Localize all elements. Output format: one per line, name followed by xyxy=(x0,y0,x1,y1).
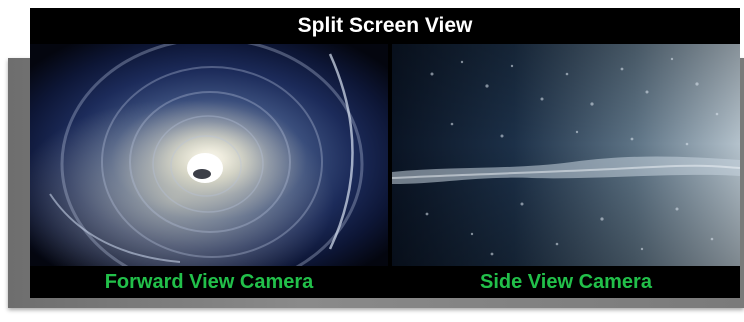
side-camera-label: Side View Camera xyxy=(480,270,652,293)
forward-camera-view xyxy=(30,44,388,266)
pipe-wall-side-image xyxy=(392,44,740,266)
split-screen-frame: Split Screen View Forward View Camera Si… xyxy=(30,8,740,298)
forward-camera-label: Forward View Camera xyxy=(104,270,314,293)
side-camera-view xyxy=(392,44,740,266)
pipe-forward-image xyxy=(30,44,388,266)
split-screen-title: Split Screen View xyxy=(297,14,473,37)
